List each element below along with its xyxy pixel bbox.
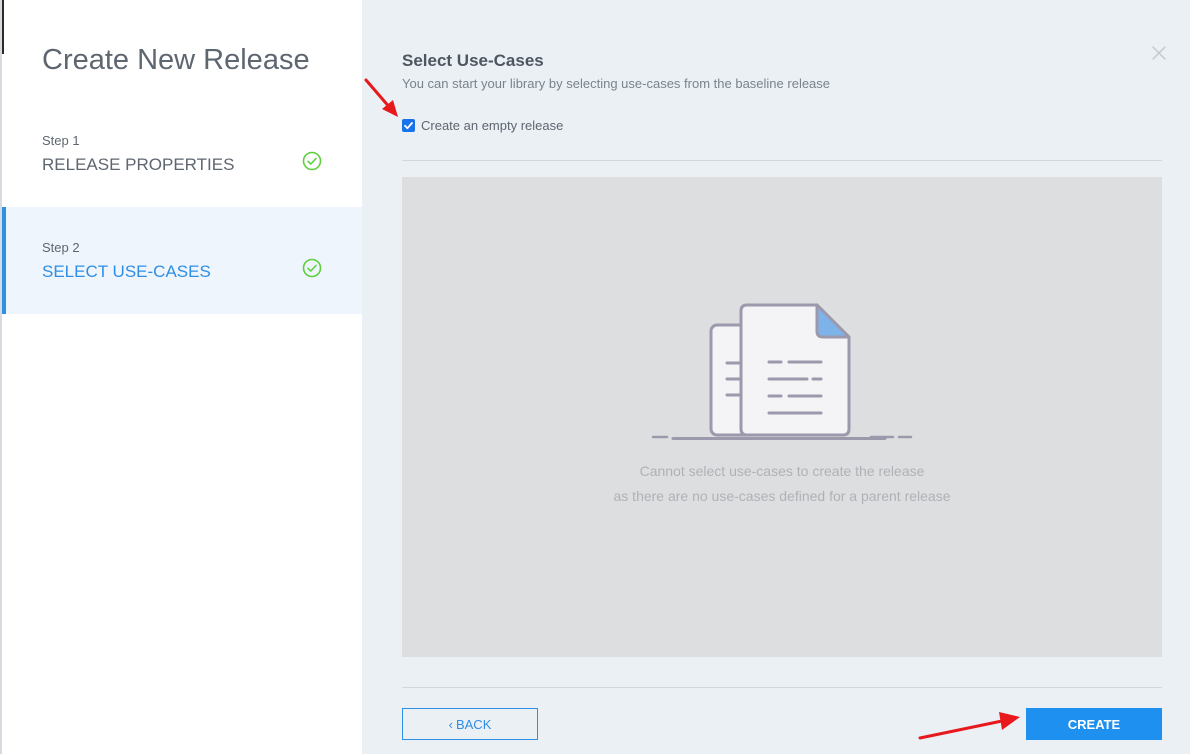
section-title: Select Use-Cases <box>402 51 544 70</box>
wizard-title: Create New Release <box>42 44 310 76</box>
create-button-label: CREATE <box>1067 716 1121 732</box>
window-edge <box>2 0 4 54</box>
step-number: Step 2 <box>42 240 80 255</box>
section-subtitle: You can start your library by selecting … <box>402 76 831 91</box>
chevron-left-icon: ‹ <box>448 716 453 732</box>
use-cases-empty-state: Cannot select use-cases to create the re… <box>402 177 1162 657</box>
step-label: RELEASE PROPERTIES <box>42 155 235 174</box>
step-number: Step 1 <box>42 133 80 148</box>
empty-release-checkbox[interactable] <box>402 118 415 132</box>
divider <box>402 687 1162 688</box>
empty-release-checkbox-label: Create an empty release <box>421 117 564 133</box>
back-button[interactable]: ‹ BACK <box>402 708 538 740</box>
empty-state-message-line-1: Cannot select use-cases to create the re… <box>639 463 925 479</box>
back-button-label: BACK <box>455 716 492 732</box>
divider <box>402 160 1162 161</box>
checkmark-icon <box>404 121 413 129</box>
check-circle-icon <box>302 151 322 171</box>
documents-icon <box>651 303 913 440</box>
empty-release-checkbox-row[interactable]: Create an empty release <box>402 116 563 134</box>
check-circle-icon <box>302 258 322 278</box>
empty-state-message-line-2: as there are no use-cases defined for a … <box>613 488 951 504</box>
close-icon[interactable] <box>1150 44 1168 62</box>
step-label: SELECT USE-CASES <box>42 262 211 281</box>
create-button[interactable]: CREATE <box>1026 708 1162 740</box>
wizard-step-release-properties[interactable]: Step 1 RELEASE PROPERTIES <box>2 100 362 207</box>
wizard-step-select-use-cases[interactable]: Step 2 SELECT USE-CASES <box>2 207 362 314</box>
wizard-sidebar: Create New Release Step 1 RELEASE PROPER… <box>0 0 362 754</box>
select-use-cases-panel: Select Use-Cases You can start your libr… <box>362 0 1190 754</box>
